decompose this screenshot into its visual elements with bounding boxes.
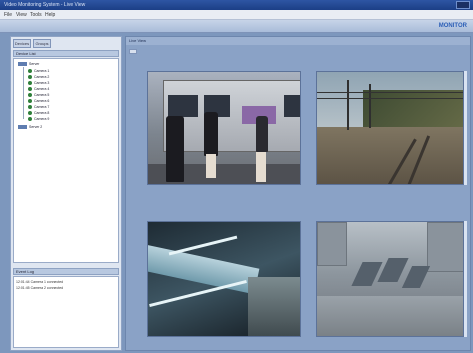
tile-scrollbar[interactable] [464, 221, 467, 337]
tree-item-camera[interactable]: Camera 7 [28, 105, 49, 110]
menu-tools[interactable]: Tools [30, 12, 42, 18]
video-frame [347, 80, 349, 130]
camera-online-icon [28, 93, 32, 98]
tree-item-label: Camera 6 [34, 99, 50, 103]
video-frame [206, 154, 216, 178]
tree-item-camera[interactable]: Camera 4 [28, 87, 49, 92]
tree-item-label: Camera 1 [34, 69, 50, 73]
tile-scrollbar[interactable] [464, 71, 467, 185]
video-frame [256, 116, 268, 152]
video-frame [168, 95, 198, 117]
tree-item-label: Camera 9 [34, 117, 50, 121]
menu-file[interactable]: File [4, 12, 12, 18]
video-tile-camera-3[interactable] [147, 221, 301, 337]
video-frame [317, 222, 347, 266]
menu-view[interactable]: View [16, 12, 27, 18]
video-frame [369, 84, 371, 128]
video-tile-camera-4[interactable] [316, 221, 464, 337]
video-frame [204, 112, 218, 156]
tree-header: Device List [13, 50, 119, 57]
tree-item-camera[interactable]: Camera 6 [28, 99, 49, 104]
device-panel: Devices Groups Device List Server Camera… [10, 36, 122, 351]
video-frame [166, 116, 184, 182]
device-tree[interactable]: Server Camera 1 Camera 2 Camera 3 Camera… [13, 58, 119, 263]
camera-online-icon [28, 105, 32, 110]
camera-online-icon [28, 111, 32, 116]
video-frame [317, 98, 463, 99]
video-tile-camera-1[interactable] [147, 71, 301, 185]
tree-item-label: Camera 7 [34, 105, 50, 109]
video-frame [248, 277, 300, 336]
camera-online-icon [28, 87, 32, 92]
video-frame [317, 127, 463, 184]
layout-toggle-button[interactable] [129, 49, 137, 54]
brand-logo-icon [456, 1, 470, 9]
camera-online-icon [28, 69, 32, 74]
tree-item-server-2[interactable]: Server 2 [18, 125, 42, 130]
tree-item-label: Camera 3 [34, 81, 50, 85]
tree-item-label: Camera 5 [34, 93, 50, 97]
tree-item-server[interactable]: Server [18, 62, 39, 67]
log-entry: 12:01:44 Camera 1 connected [16, 280, 64, 284]
video-frame [427, 222, 463, 272]
tree-item-camera[interactable]: Camera 9 [28, 117, 49, 122]
tree-item-camera[interactable]: Camera 8 [28, 111, 49, 116]
log-entry: 12:01:45 Camera 2 connected [16, 286, 64, 290]
main-header: Live View [126, 37, 470, 45]
camera-online-icon [28, 99, 32, 104]
toolbar: MONITOR [0, 20, 473, 33]
brand-label: MONITOR [438, 23, 467, 29]
camera-online-icon [28, 117, 32, 122]
tree-item-label: Camera 8 [34, 111, 50, 115]
tree-connector [23, 67, 24, 119]
tab-devices[interactable]: Devices [13, 39, 31, 48]
camera-online-icon [28, 81, 32, 86]
tree-item-camera[interactable]: Camera 2 [28, 75, 49, 80]
video-frame [284, 95, 300, 117]
title-bar: Video Monitoring System - Live View [0, 0, 473, 10]
event-log[interactable]: 12:01:44 Camera 1 connected 12:01:45 Cam… [13, 276, 119, 348]
server-icon [18, 62, 27, 67]
live-view-area: Live View [125, 36, 471, 351]
tab-groups[interactable]: Groups [33, 39, 51, 48]
log-header: Event Log [13, 268, 119, 275]
server-icon [18, 125, 27, 130]
menu-bar: File View Tools Help [0, 10, 473, 20]
tree-item-label: Server [29, 62, 40, 66]
camera-online-icon [28, 75, 32, 80]
tree-item-camera[interactable]: Camera 5 [28, 93, 49, 98]
tree-item-camera[interactable]: Camera 3 [28, 81, 49, 86]
video-frame [317, 296, 463, 336]
video-frame [256, 152, 266, 182]
tree-item-label: Camera 4 [34, 87, 50, 91]
video-tile-camera-2[interactable] [316, 71, 464, 185]
video-frame [317, 92, 463, 93]
app-window: Video Monitoring System - Live View File… [0, 0, 473, 353]
tree-item-camera[interactable]: Camera 1 [28, 69, 49, 74]
menu-help[interactable]: Help [45, 12, 55, 18]
tree-item-label: Camera 2 [34, 75, 50, 79]
tree-item-label: Server 2 [29, 125, 43, 129]
window-title: Video Monitoring System - Live View [4, 2, 86, 8]
